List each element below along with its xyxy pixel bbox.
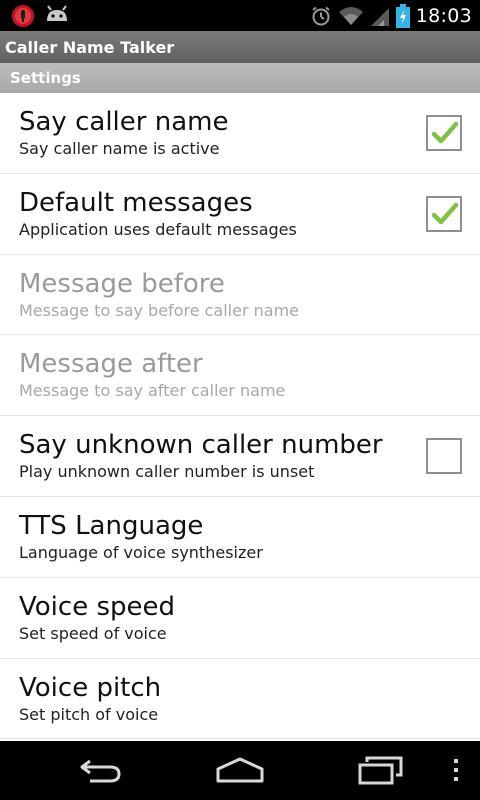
pref-title: Say unknown caller number bbox=[19, 430, 383, 461]
pref-say-unknown-caller-number[interactable]: Say unknown caller number Play unknown c… bbox=[0, 416, 480, 497]
pref-title: Voice pitch bbox=[19, 672, 162, 703]
alarm-icon bbox=[310, 5, 332, 27]
signal-icon bbox=[370, 5, 390, 27]
pref-title: Say caller name bbox=[19, 107, 229, 137]
app-title-bar: Caller Name Talker bbox=[0, 31, 480, 63]
status-bar: 18:03 bbox=[0, 0, 480, 31]
pref-title: Message after bbox=[19, 349, 203, 380]
pref-title: Default messages bbox=[19, 187, 253, 218]
pref-summary: Application uses default messages bbox=[19, 219, 297, 239]
pref-summary: Play unknown caller number is unset bbox=[19, 462, 315, 482]
battery-icon bbox=[395, 3, 410, 28]
preferences-list: Say caller name Say caller name is activ… bbox=[0, 93, 480, 740]
pref-summary: Say caller name is active bbox=[19, 139, 220, 158]
checkmark-icon bbox=[431, 202, 459, 225]
overflow-menu-icon[interactable] bbox=[450, 753, 462, 791]
app-title: Caller Name Talker bbox=[5, 37, 175, 57]
pref-summary: Message to say before caller name bbox=[19, 300, 300, 320]
pref-summary: Set pitch of voice bbox=[19, 704, 159, 724]
status-left bbox=[10, 3, 70, 29]
pref-title: Voice speed bbox=[19, 591, 175, 622]
recent-apps-icon[interactable] bbox=[357, 753, 405, 791]
pref-say-caller-name[interactable]: Say caller name Say caller name is activ… bbox=[0, 93, 480, 174]
say-unknown-caller-number-checkbox[interactable] bbox=[426, 438, 462, 475]
settings-section-header: Settings bbox=[0, 63, 480, 93]
navigation-bar bbox=[0, 741, 480, 800]
default-messages-checkbox[interactable] bbox=[426, 195, 462, 232]
pref-message-before: Message before Message to say before cal… bbox=[0, 255, 480, 336]
pref-summary: Set speed of voice bbox=[19, 623, 167, 643]
pref-voice-speed[interactable]: Voice speed Set speed of voice bbox=[0, 578, 480, 659]
say-caller-name-checkbox[interactable] bbox=[426, 115, 462, 151]
android-debug-icon bbox=[44, 4, 70, 27]
status-time: 18:03 bbox=[415, 4, 472, 27]
back-icon[interactable] bbox=[76, 753, 124, 791]
pref-default-messages[interactable]: Default messages Application uses defaul… bbox=[0, 174, 480, 255]
checkmark-icon bbox=[431, 121, 459, 144]
pref-summary: Language of voice synthesizer bbox=[19, 542, 263, 562]
section-label: Settings bbox=[10, 69, 81, 87]
pref-title: TTS Language bbox=[19, 510, 204, 541]
pref-message-after: Message after Message to say after calle… bbox=[0, 335, 480, 417]
status-right: 18:03 bbox=[310, 3, 472, 28]
home-icon[interactable] bbox=[215, 753, 265, 791]
pref-summary: Message to say after caller name bbox=[19, 381, 286, 401]
pref-title: Message before bbox=[19, 268, 225, 299]
pref-voice-pitch[interactable]: Voice pitch Set pitch of voice bbox=[0, 659, 480, 740]
pref-tts-language[interactable]: TTS Language Language of voice synthesiz… bbox=[0, 497, 480, 578]
wifi-icon bbox=[338, 5, 364, 27]
app-notification-icon bbox=[10, 3, 36, 29]
